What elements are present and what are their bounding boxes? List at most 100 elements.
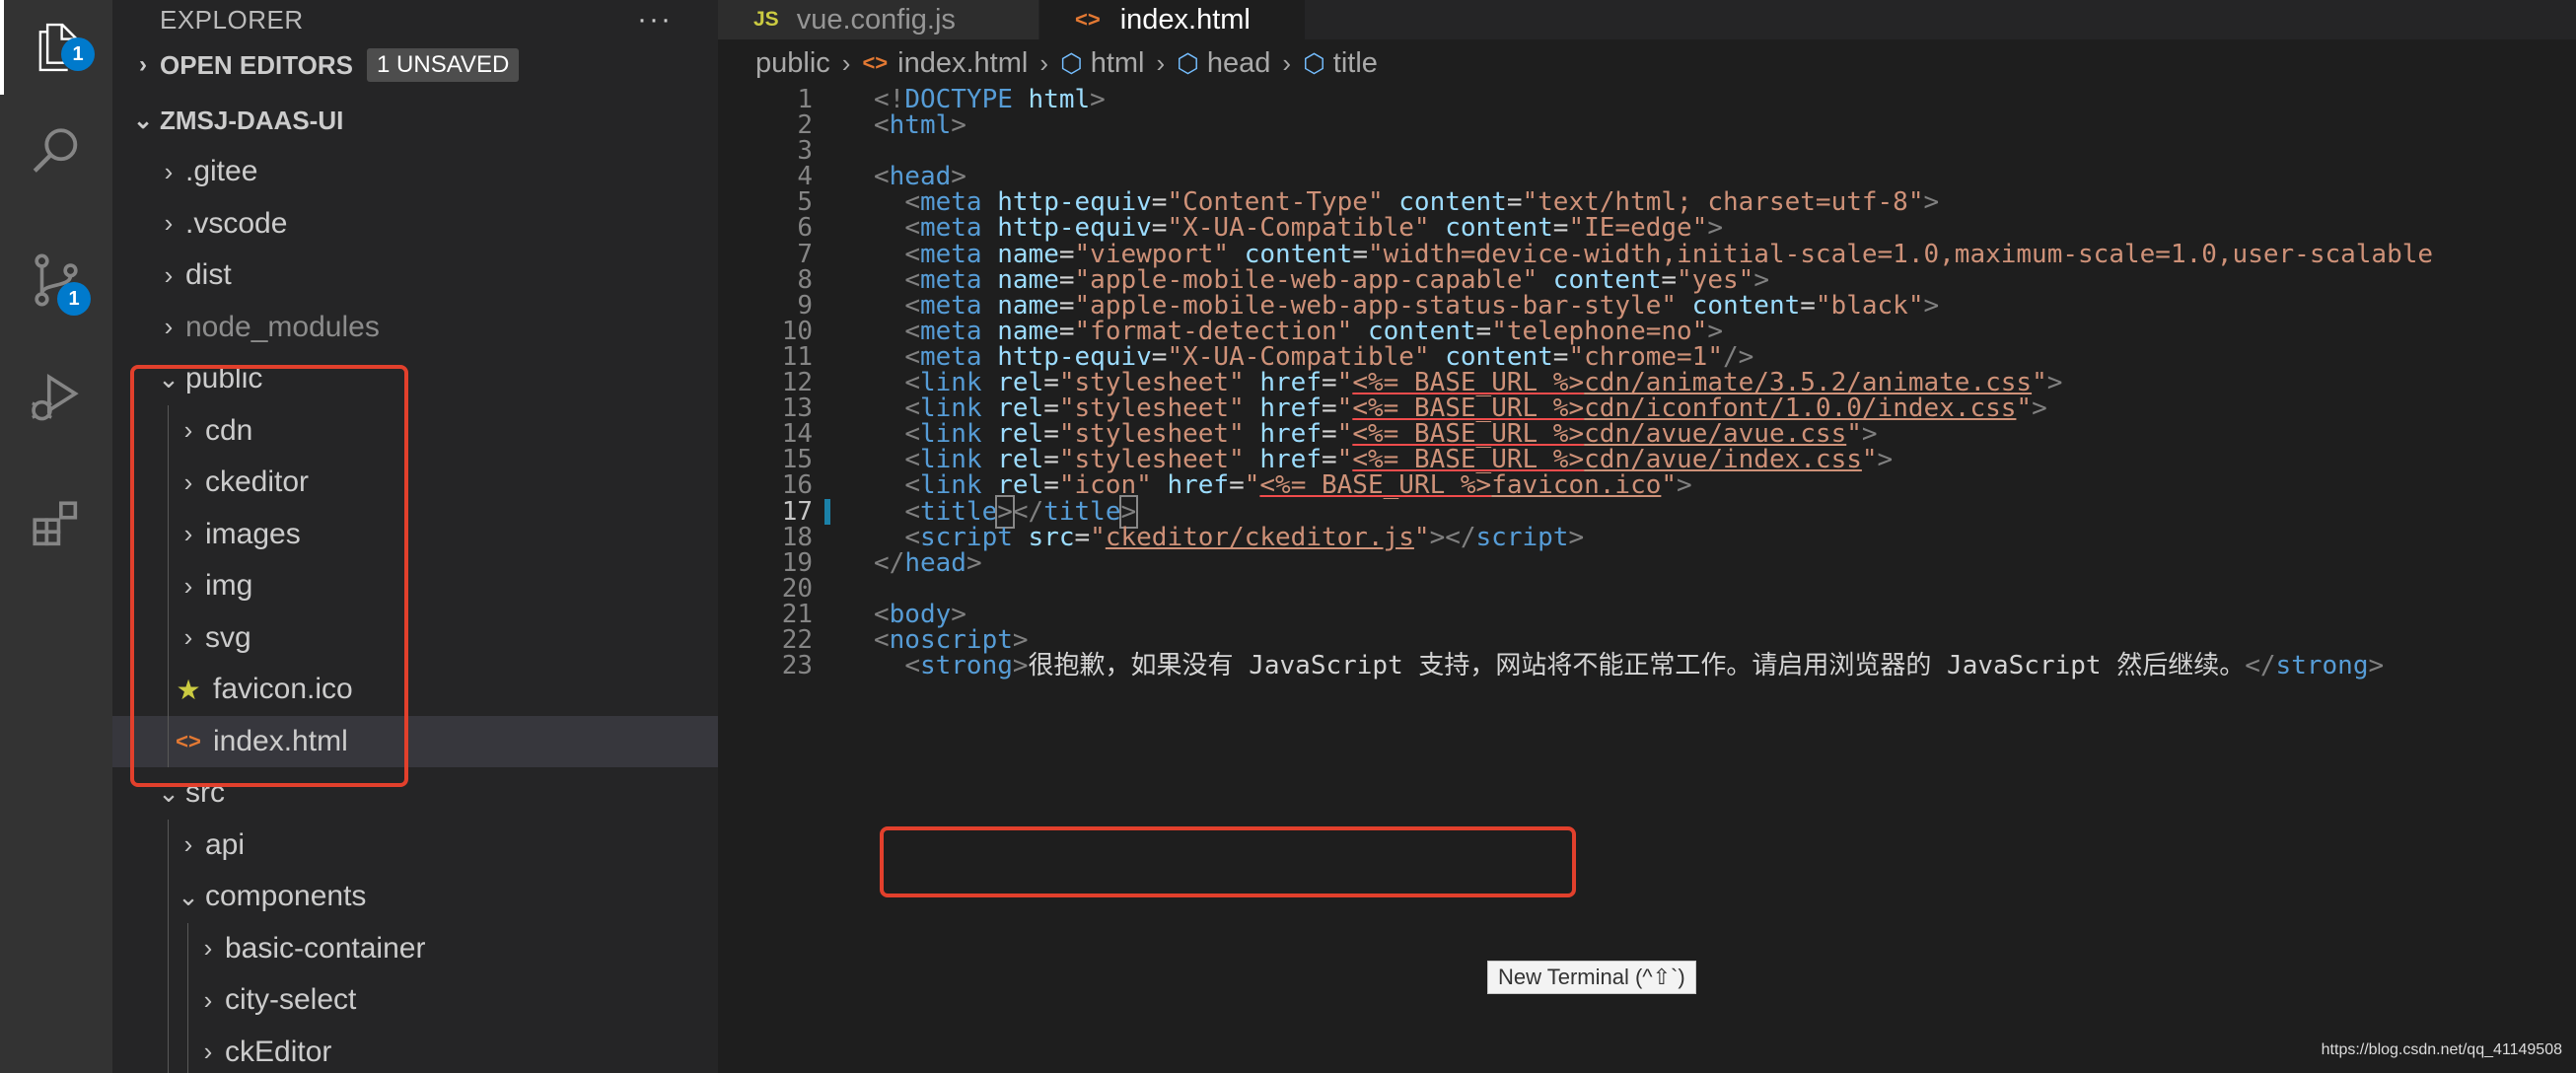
explorer-activity[interactable]: 1: [0, 0, 112, 95]
code-line[interactable]: 14 <link rel="stylesheet" href="<%= BASE…: [718, 421, 2576, 447]
code-token: >: [2032, 393, 2047, 424]
code-line[interactable]: 9 <meta name="apple-mobile-web-app-statu…: [718, 293, 2576, 319]
code-line[interactable]: 8 <meta name="apple-mobile-web-app-capab…: [718, 267, 2576, 293]
search-activity[interactable]: [0, 105, 112, 199]
breadcrumb-item[interactable]: html: [1091, 47, 1145, 80]
tree-item-label: img: [205, 569, 253, 603]
breadcrumb-item[interactable]: title: [1333, 47, 1378, 80]
chevron-right-icon: ›: [203, 1037, 213, 1067]
code-line[interactable]: 17 <title></title>: [718, 494, 2576, 529]
run-debug-activity[interactable]: [0, 351, 112, 446]
code-token: =: [1229, 470, 1245, 501]
code-line[interactable]: 10 <meta name="format-detection" content…: [718, 319, 2576, 344]
file-item-favicon-ico[interactable]: ★ favicon.ico: [112, 664, 718, 716]
line-content: <meta name="viewport" content="width=dev…: [874, 242, 2433, 267]
code-token: >: [966, 547, 982, 578]
editor-area: JS vue.config.js <> index.html public › …: [718, 0, 2576, 1073]
tab-index-html[interactable]: <> index.html: [1039, 0, 1306, 39]
line-content: <body>: [874, 602, 966, 627]
folder-item-src[interactable]: ⌄ src: [112, 767, 718, 820]
file-item-index-html[interactable]: <> index.html: [112, 715, 718, 767]
folder-item-city-select[interactable]: › city-select: [112, 974, 718, 1027]
breadcrumb-item[interactable]: head: [1207, 47, 1271, 80]
code-token: <%= BASE_URL %>: [1259, 470, 1492, 501]
line-content: <meta http-equiv="Content-Type" content=…: [874, 189, 1939, 215]
code-token: "black": [1815, 290, 1924, 321]
project-section[interactable]: ⌄ ZMSJ-DAAS-UI: [112, 95, 718, 146]
code-line[interactable]: 1 <!DOCTYPE html>: [718, 87, 2576, 112]
tree-item-label: .vscode: [185, 206, 288, 240]
chevron-right-icon: ›: [203, 933, 213, 964]
folder-item-public[interactable]: ⌄ public: [112, 353, 718, 405]
line-number: 11: [781, 341, 813, 372]
tree-item-label: favicon.ico: [213, 673, 353, 706]
tree-item-label: public: [185, 362, 263, 395]
indent-guide: [168, 611, 169, 664]
element-icon: ⬡: [1060, 47, 1083, 78]
folder-item-cdn[interactable]: › cdn: [112, 404, 718, 457]
code-line[interactable]: 16 <link rel="icon" href="<%= BASE_URL %…: [718, 472, 2576, 498]
folder-item-ckeditor[interactable]: › ckEditor: [112, 1026, 718, 1073]
line-number: 3: [797, 136, 813, 167]
folder-item-vscode[interactable]: › .vscode: [112, 198, 718, 250]
code-line[interactable]: 2 <html>: [718, 112, 2576, 138]
chevron-right-icon: ›: [183, 829, 193, 860]
folder-item-img[interactable]: › img: [112, 560, 718, 612]
code-token: >: [1877, 445, 1894, 475]
code-editor[interactable]: 1 <!DOCTYPE html> 2 <html> 3 4 <head> 5 <meta h…: [718, 87, 2576, 679]
indent-guide: [168, 404, 169, 457]
code-line[interactable]: 3: [718, 138, 2576, 164]
code-token: >: [2046, 368, 2063, 398]
code-line[interactable]: 4 <head>: [718, 164, 2576, 189]
indent-guide: [168, 715, 169, 767]
run-debug-icon: [32, 373, 79, 421]
code-line[interactable]: 6 <meta http-equiv="X-UA-Compatible" con…: [718, 215, 2576, 241]
search-icon: [33, 128, 78, 173]
code-token: ": [1244, 470, 1260, 501]
tab-vue-config-js[interactable]: JS vue.config.js: [718, 0, 1039, 39]
code-line[interactable]: 13 <link rel="stylesheet" href="<%= BASE…: [718, 395, 2576, 421]
line-number: 18: [781, 522, 813, 552]
extensions-icon: [33, 501, 78, 546]
code-line[interactable]: 12 <link rel="stylesheet" href="<%= BASE…: [718, 370, 2576, 395]
source-control-activity[interactable]: 1: [0, 233, 112, 327]
code-line[interactable]: 11 <meta http-equiv="X-UA-Compatible" co…: [718, 344, 2576, 370]
breadcrumb-item[interactable]: public: [755, 47, 830, 80]
tree-item-label: ckEditor: [225, 1035, 332, 1068]
code-line[interactable]: 20: [718, 576, 2576, 602]
code-line[interactable]: 22 <noscript>: [718, 627, 2576, 653]
open-editors-section[interactable]: › OPEN EDITORS 1 UNSAVED: [112, 39, 718, 91]
code-line[interactable]: 19 </head>: [718, 550, 2576, 576]
html-file-icon: <>: [1075, 7, 1101, 32]
more-actions-icon[interactable]: ···: [637, 3, 673, 36]
code-line[interactable]: 5 <meta http-equiv="Content-Type" conten…: [718, 189, 2576, 215]
code-line[interactable]: 15 <link rel="stylesheet" href="<%= BASE…: [718, 447, 2576, 472]
code-line[interactable]: 18 <script src="ckeditor/ckeditor.js"></…: [718, 522, 2576, 552]
highlight-box-script-line: [880, 826, 1576, 897]
folder-item-dist[interactable]: › dist: [112, 250, 718, 302]
folder-item-node-modules[interactable]: › node_modules: [112, 302, 718, 354]
line-number: 7: [797, 239, 813, 269]
activity-bar: 1 1: [0, 0, 112, 1073]
breadcrumb: public › <> index.html › ⬡ html › ⬡ head…: [718, 39, 2576, 87]
code-line[interactable]: 23 <strong>很抱歉，如果没有 JavaScript 支持，网站将不能正…: [718, 653, 2576, 679]
folder-item-components[interactable]: ⌄ components: [112, 871, 718, 923]
code-token: ckeditor/ckeditor.js: [1105, 522, 1414, 552]
breadcrumb-item[interactable]: index.html: [897, 47, 1028, 80]
code-token: html: [889, 110, 952, 141]
code-token: <: [904, 651, 920, 681]
code-token: >: [1568, 522, 1585, 552]
code-line[interactable]: 21 <body>: [718, 602, 2576, 627]
folder-item-gitee[interactable]: › .gitee: [112, 146, 718, 198]
folder-item-svg[interactable]: › svg: [112, 611, 718, 664]
folder-item-ckeditor[interactable]: › ckeditor: [112, 457, 718, 509]
folder-item-images[interactable]: › images: [112, 508, 718, 560]
folder-item-basic-container[interactable]: › basic-container: [112, 922, 718, 974]
folder-item-api[interactable]: › api: [112, 819, 718, 871]
code-line[interactable]: 7 <meta name="viewport" content="width=d…: [718, 239, 2576, 269]
code-token: ></: [1429, 522, 1476, 552]
extensions-activity[interactable]: [0, 477, 112, 572]
code-token: script: [1475, 522, 1569, 552]
line-number: 19: [781, 547, 813, 578]
